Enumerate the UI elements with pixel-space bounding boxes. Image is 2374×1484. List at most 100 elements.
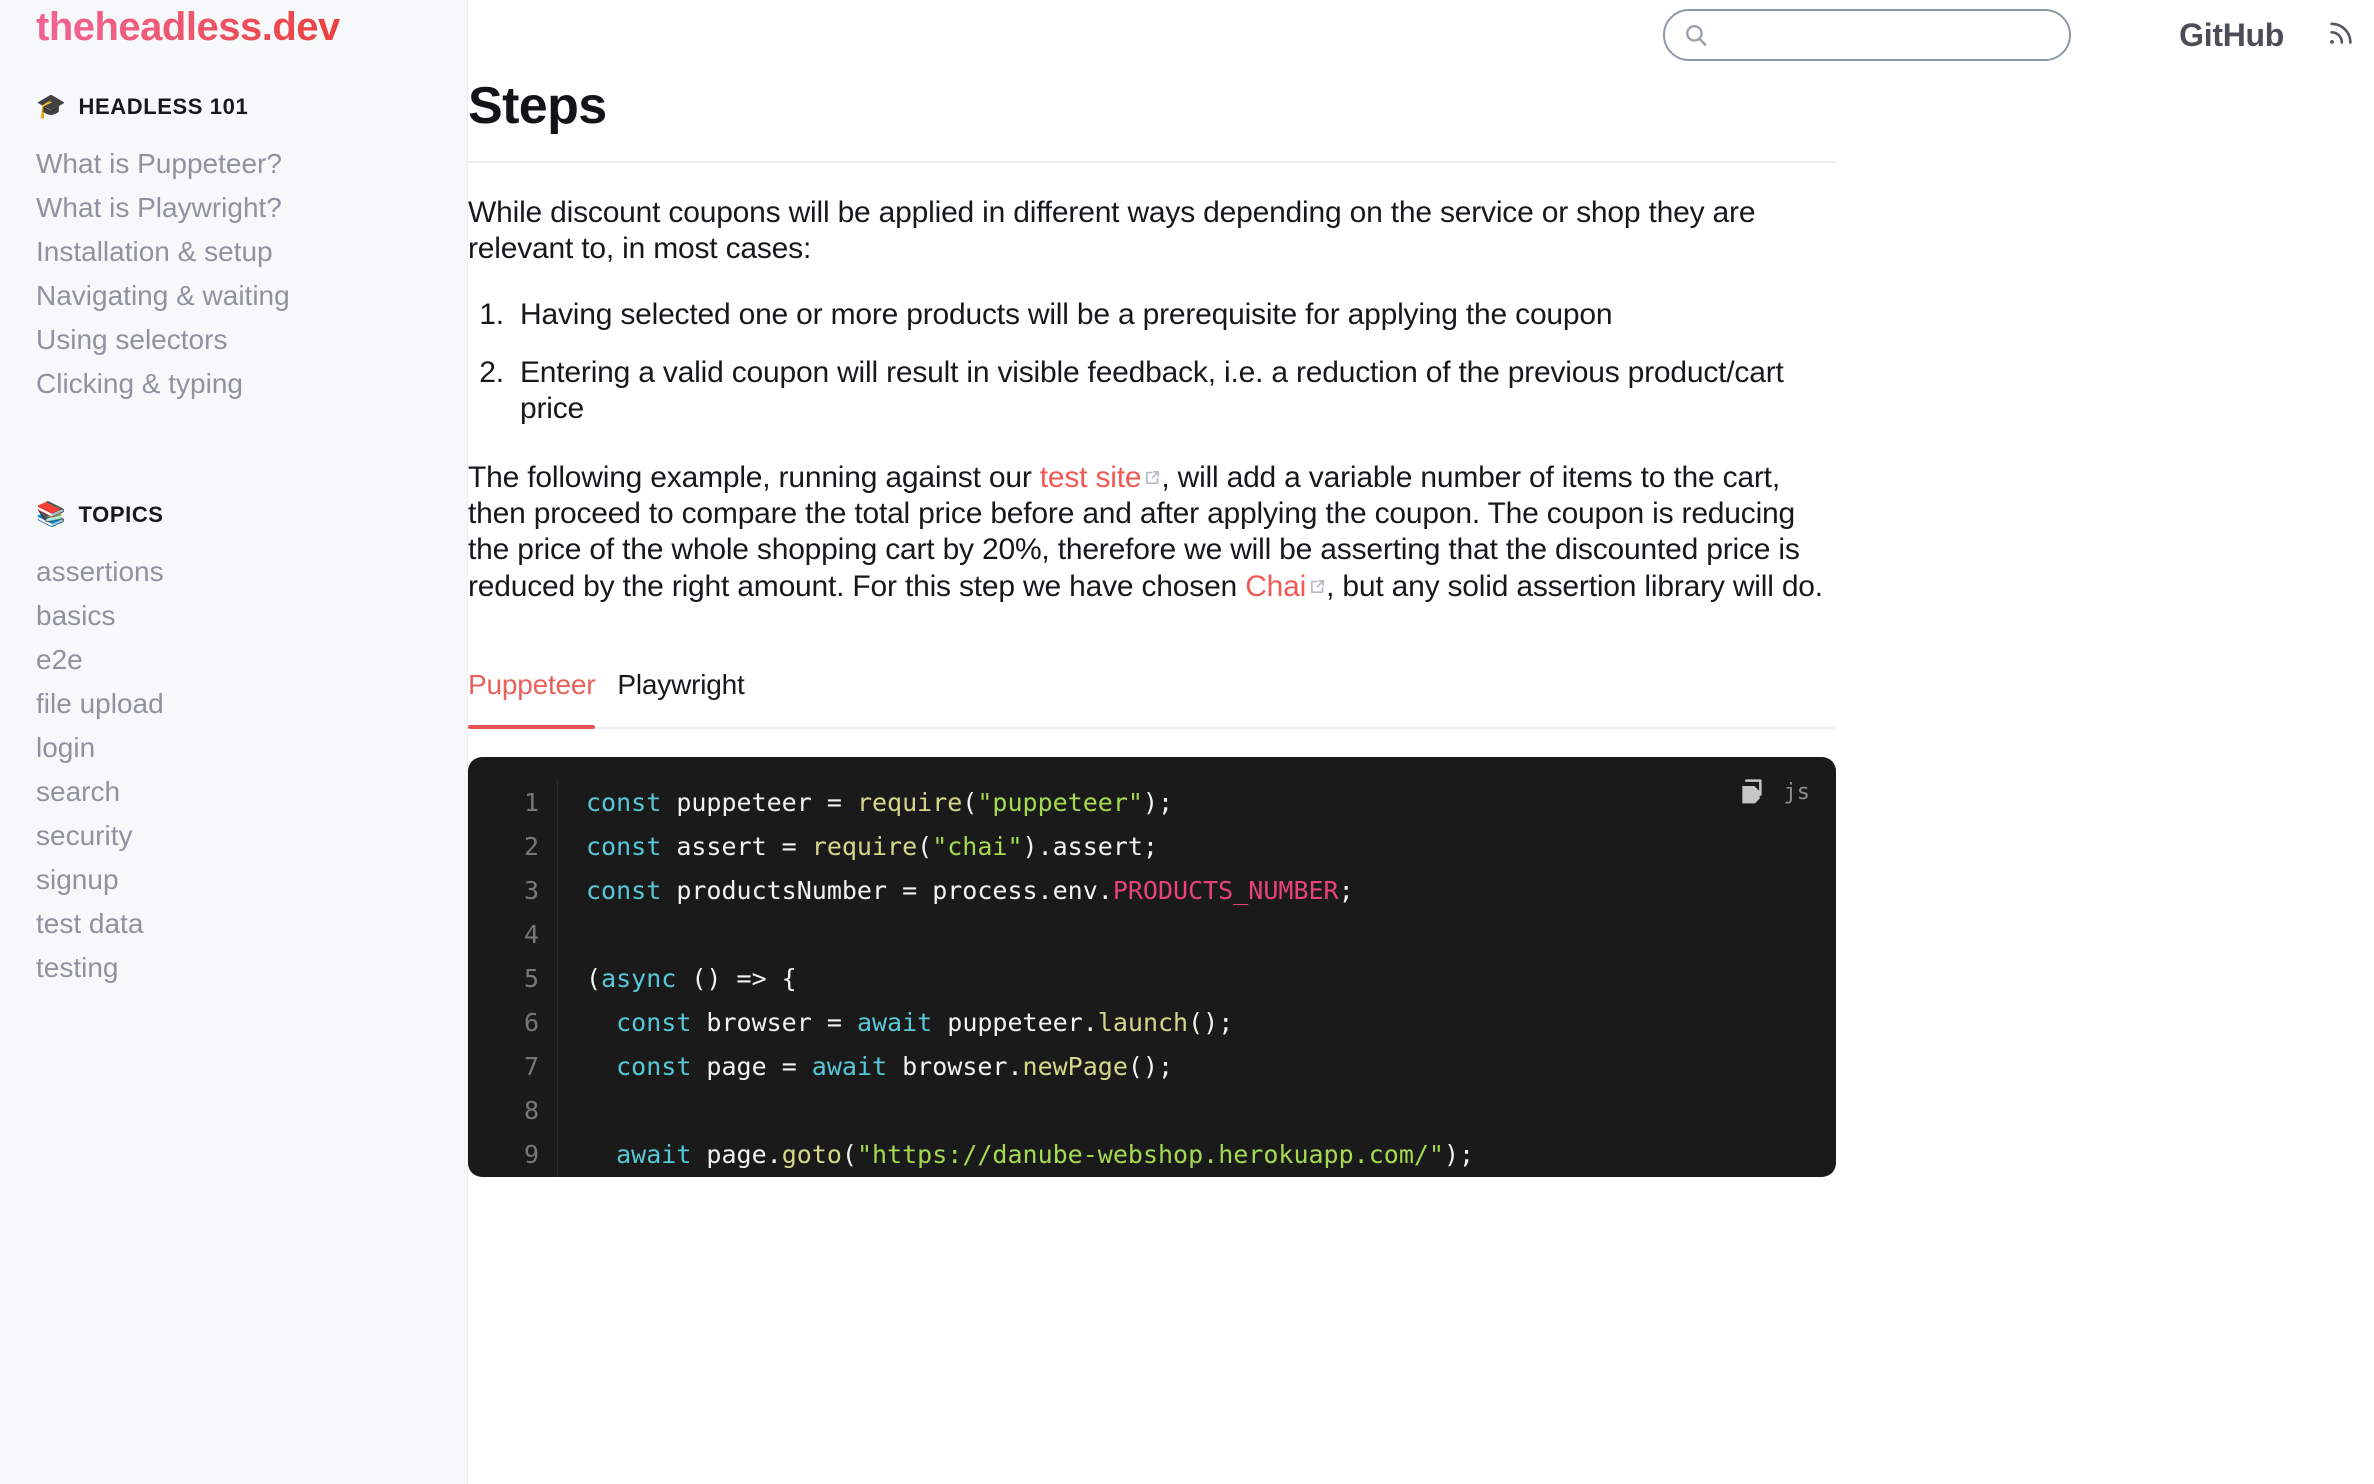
books-icon: 📚 xyxy=(36,503,66,527)
code-line: 1const puppeteer = require("puppeteer"); xyxy=(468,781,1836,825)
code-line: 7 const page = await browser.newPage(); xyxy=(468,1045,1836,1089)
site-logo[interactable]: theheadless.dev xyxy=(0,0,340,49)
code-line-text xyxy=(558,913,601,957)
list-item: Having selected one or more products wil… xyxy=(512,297,1836,333)
code-line: 2const assert = require("chai").assert; xyxy=(468,825,1836,869)
code-line-text: const browser = await puppeteer.launch()… xyxy=(558,1001,1233,1045)
external-link-icon xyxy=(1144,459,1161,476)
sidebar-item-basics[interactable]: basics xyxy=(0,594,467,638)
main-content: GitHub Steps While discount coupons will… xyxy=(468,0,2374,1484)
sidebar-section-heading: 📚 TOPICS xyxy=(0,498,467,532)
paragraph-text-part-3: , but any solid assertion library will d… xyxy=(1326,570,1823,603)
intro-paragraph: While discount coupons will be applied i… xyxy=(468,195,1836,267)
copy-icon[interactable] xyxy=(1734,775,1768,809)
code-line: 4 xyxy=(468,913,1836,957)
code-line-text: await page.goto("https://danube-webshop.… xyxy=(558,1133,1474,1177)
code-line: 8 xyxy=(468,1089,1836,1133)
list-item: test data xyxy=(0,902,467,946)
sidebar-item-security[interactable]: security xyxy=(0,814,467,858)
code-line: 3const productsNumber = process.env.PROD… xyxy=(468,869,1836,913)
list-item: Installation & setup xyxy=(0,230,467,274)
github-link[interactable]: GitHub xyxy=(2179,17,2284,54)
code-line-text: const page = await browser.newPage(); xyxy=(558,1045,1173,1089)
sidebar-item-file-upload[interactable]: file upload xyxy=(0,682,467,726)
code-line-number: 5 xyxy=(468,957,558,1001)
sidebar-item-what-is-puppeteer[interactable]: What is Puppeteer? xyxy=(0,142,467,186)
chai-link[interactable]: Chai xyxy=(1245,570,1326,603)
code-block: js 1const puppeteer = require("puppeteer… xyxy=(468,757,1836,1177)
sidebar-item-test-data[interactable]: test data xyxy=(0,902,467,946)
sidebar: theheadless.dev 🎓 HEADLESS 101 What is P… xyxy=(0,0,468,1484)
code-line-text: const puppeteer = require("puppeteer"); xyxy=(558,781,1173,825)
code-language-label: js xyxy=(1784,780,1811,805)
list-item: basics xyxy=(0,594,467,638)
sidebar-item-installation-setup[interactable]: Installation & setup xyxy=(0,230,467,274)
list-item: Navigating & waiting xyxy=(0,274,467,318)
code-line-number: 6 xyxy=(468,1001,558,1045)
code-toolbar: js xyxy=(1734,775,1811,809)
list-item: testing xyxy=(0,946,467,990)
tab-puppeteer[interactable]: Puppeteer xyxy=(468,669,617,727)
code-line: 5(async () => { xyxy=(468,957,1836,1001)
list-item: login xyxy=(0,726,467,770)
list-item: signup xyxy=(0,858,467,902)
title-divider xyxy=(468,161,1836,163)
sidebar-section-heading: 🎓 HEADLESS 101 xyxy=(0,90,467,124)
graduation-cap-icon: 🎓 xyxy=(36,95,66,119)
code-line-number: 9 xyxy=(468,1133,558,1177)
chai-link-label: Chai xyxy=(1245,570,1306,603)
sidebar-item-clicking-typing[interactable]: Clicking & typing xyxy=(0,362,467,406)
sidebar-item-using-selectors[interactable]: Using selectors xyxy=(0,318,467,362)
code-line-text: (async () => { xyxy=(558,957,797,1001)
code-tabs: Puppeteer Playwright xyxy=(468,669,1836,729)
code-line: 6 const browser = await puppeteer.launch… xyxy=(468,1001,1836,1045)
sidebar-section-title: TOPICS xyxy=(78,502,163,528)
sidebar-item-what-is-playwright[interactable]: What is Playwright? xyxy=(0,186,467,230)
tab-playwright[interactable]: Playwright xyxy=(617,669,762,727)
list-item: e2e xyxy=(0,638,467,682)
sidebar-item-assertions[interactable]: assertions xyxy=(0,550,467,594)
code-line-text: const assert = require("chai").assert; xyxy=(558,825,1158,869)
rss-icon xyxy=(2326,18,2356,53)
page-root: theheadless.dev 🎓 HEADLESS 101 What is P… xyxy=(0,0,2374,1484)
list-item: search xyxy=(0,770,467,814)
test-site-link[interactable]: test site xyxy=(1040,461,1162,494)
list-item: security xyxy=(0,814,467,858)
search-box[interactable] xyxy=(1663,9,2071,61)
code-line-number: 1 xyxy=(468,781,558,825)
external-link-icon xyxy=(1309,568,1326,585)
example-paragraph: The following example, running against o… xyxy=(468,459,1836,605)
sidebar-nav-list-topics: assertions basics e2e file upload login … xyxy=(0,550,467,990)
code-line-number: 7 xyxy=(468,1045,558,1089)
code-line: 9 await page.goto("https://danube-websho… xyxy=(468,1133,1836,1177)
sidebar-item-search[interactable]: search xyxy=(0,770,467,814)
search-input[interactable] xyxy=(1719,22,2039,48)
code-line-number: 4 xyxy=(468,913,558,957)
code-content: 1const puppeteer = require("puppeteer");… xyxy=(468,781,1836,1177)
code-line-number: 2 xyxy=(468,825,558,869)
sidebar-item-login[interactable]: login xyxy=(0,726,467,770)
code-line-number: 8 xyxy=(468,1089,558,1133)
list-item: Using selectors xyxy=(0,318,467,362)
code-line-number: 3 xyxy=(468,869,558,913)
search-icon xyxy=(1683,22,1709,48)
list-item: file upload xyxy=(0,682,467,726)
sidebar-item-e2e[interactable]: e2e xyxy=(0,638,467,682)
list-item: Entering a valid coupon will result in v… xyxy=(512,355,1836,427)
sidebar-item-testing[interactable]: testing xyxy=(0,946,467,990)
paragraph-text-part-1: The following example, running against o… xyxy=(468,461,1040,494)
code-line-text xyxy=(558,1089,601,1133)
list-item: What is Playwright? xyxy=(0,186,467,230)
article: Steps While discount coupons will be app… xyxy=(468,78,1908,1177)
sidebar-section-headless-101: 🎓 HEADLESS 101 What is Puppeteer? What i… xyxy=(0,90,467,406)
rss-link[interactable] xyxy=(2326,18,2356,53)
steps-list: Having selected one or more products wil… xyxy=(468,297,1836,427)
sidebar-item-navigating-waiting[interactable]: Navigating & waiting xyxy=(0,274,467,318)
list-item: What is Puppeteer? xyxy=(0,142,467,186)
code-line-text: const productsNumber = process.env.PRODU… xyxy=(558,869,1354,913)
sidebar-section-title: HEADLESS 101 xyxy=(78,94,248,120)
list-item: assertions xyxy=(0,550,467,594)
page-title: Steps xyxy=(468,78,1836,135)
sidebar-item-signup[interactable]: signup xyxy=(0,858,467,902)
list-item: Clicking & typing xyxy=(0,362,467,406)
